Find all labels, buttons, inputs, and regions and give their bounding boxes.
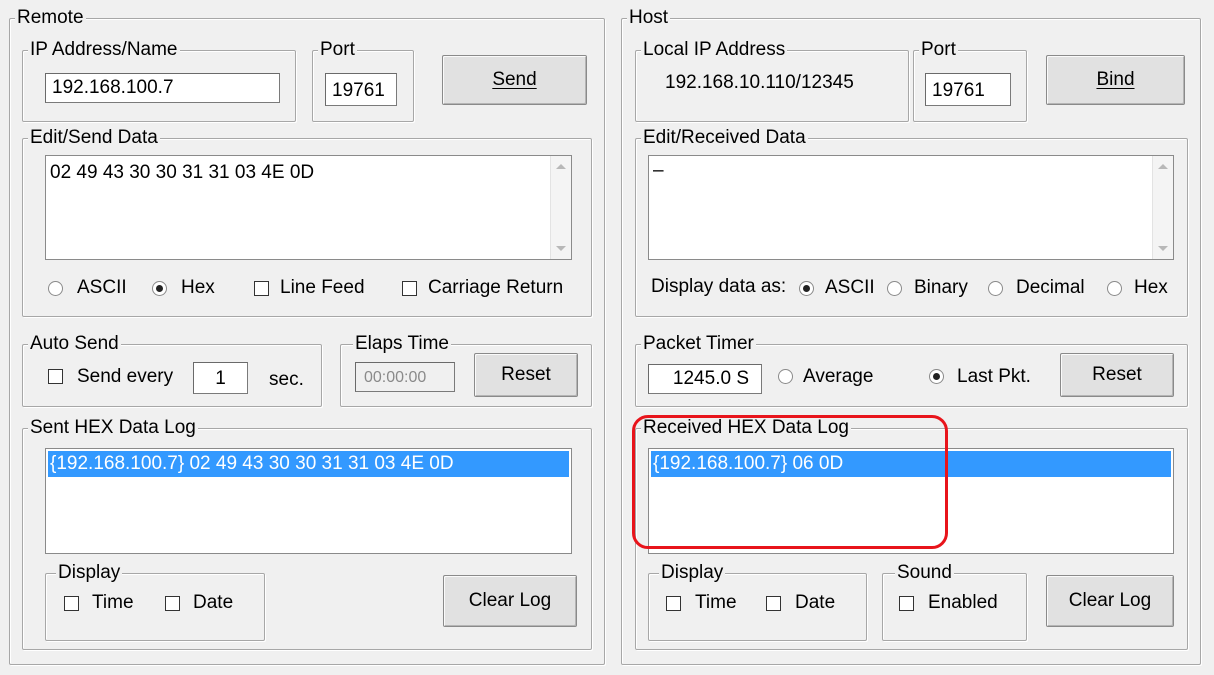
scroll-down-icon[interactable] <box>556 246 566 251</box>
received-time-label: Time <box>695 592 737 613</box>
average-radio[interactable] <box>778 369 793 384</box>
bind-button[interactable]: Bind <box>1046 55 1185 105</box>
average-label: Average <box>803 366 874 387</box>
line-feed-label: Line Feed <box>280 277 365 298</box>
received-clear-log-label: Clear Log <box>1068 590 1152 611</box>
ip-address-group-label: IP Address/Name <box>28 39 180 60</box>
sec-label: sec. <box>269 369 304 390</box>
ip-address-input[interactable]: 192.168.100.7 <box>45 73 280 103</box>
ascii-radio-label: ASCII <box>77 277 127 298</box>
local-ip-value: 192.168.10.110/12345 <box>665 72 854 93</box>
sent-display-group-label: Display <box>56 562 123 583</box>
received-time-checkbox[interactable] <box>666 596 681 611</box>
carriage-return-checkbox[interactable] <box>402 281 417 296</box>
elaps-reset-label: Reset <box>501 364 551 385</box>
sent-date-label: Date <box>193 592 234 613</box>
annotation-highlight <box>632 415 948 549</box>
send-button-label: Send <box>492 69 537 90</box>
packet-reset-button[interactable]: Reset <box>1060 353 1174 397</box>
elaps-reset-button[interactable]: Reset <box>474 353 578 397</box>
edit-received-data-group-label: Edit/Received Data <box>641 127 808 148</box>
host-ascii-label: ASCII <box>825 277 875 298</box>
sent-clear-log-button[interactable]: Clear Log <box>443 575 577 627</box>
received-date-checkbox[interactable] <box>766 596 781 611</box>
hex-radio[interactable] <box>152 281 167 296</box>
host-decimal-label: Decimal <box>1016 277 1085 298</box>
packet-timer-group-label: Packet Timer <box>641 333 756 354</box>
sound-group-label: Sound <box>895 562 954 583</box>
sound-enabled-label: Enabled <box>928 592 998 613</box>
host-hex-label: Hex <box>1134 277 1168 298</box>
sent-clear-log-label: Clear Log <box>468 590 552 611</box>
hex-radio-label: Hex <box>181 277 215 298</box>
received-data-textarea[interactable]: – <box>648 155 1174 260</box>
carriage-return-label: Carriage Return <box>428 277 564 298</box>
sent-log-group-label: Sent HEX Data Log <box>28 417 198 438</box>
received-clear-log-button[interactable]: Clear Log <box>1046 575 1174 627</box>
send-data-text: 02 49 43 30 30 31 31 03 4E 0D <box>50 162 315 183</box>
received-data-text: – <box>653 160 664 181</box>
host-ascii-radio[interactable] <box>799 281 814 296</box>
send-button[interactable]: Send <box>442 55 587 105</box>
received-data-scrollbar[interactable] <box>1152 156 1173 259</box>
scroll-up-icon[interactable] <box>556 164 566 169</box>
sent-log-list[interactable]: {192.168.100.7} 02 49 43 30 30 31 31 03 … <box>45 448 572 554</box>
last-pkt-radio[interactable] <box>929 369 944 384</box>
auto-send-group-label: Auto Send <box>28 333 121 354</box>
edit-send-data-group-label: Edit/Send Data <box>28 127 160 148</box>
send-data-scrollbar[interactable] <box>550 156 571 259</box>
bind-button-label: Bind <box>1096 69 1135 90</box>
host-binary-label: Binary <box>914 277 968 298</box>
sent-time-checkbox[interactable] <box>64 596 79 611</box>
send-data-textarea[interactable]: 02 49 43 30 30 31 31 03 4E 0D <box>45 155 572 260</box>
scroll-down-icon[interactable] <box>1158 246 1168 251</box>
local-ip-group-label: Local IP Address <box>641 39 788 60</box>
host-port-group-label: Port <box>919 39 958 60</box>
sent-time-label: Time <box>92 592 134 613</box>
line-feed-checkbox[interactable] <box>254 281 269 296</box>
host-port-input[interactable]: 19761 <box>925 73 1011 106</box>
host-binary-radio[interactable] <box>887 281 902 296</box>
last-pkt-label: Last Pkt. <box>957 366 1031 387</box>
packet-reset-label: Reset <box>1092 364 1142 385</box>
ascii-radio[interactable] <box>48 281 63 296</box>
display-data-as-label: Display data as: <box>651 276 787 297</box>
remote-port-input[interactable]: 19761 <box>325 73 397 106</box>
list-item[interactable]: {192.168.100.7} 02 49 43 30 30 31 31 03 … <box>48 451 569 477</box>
sent-date-checkbox[interactable] <box>165 596 180 611</box>
host-hex-radio[interactable] <box>1107 281 1122 296</box>
send-every-label: Send every <box>77 366 174 387</box>
send-interval-input[interactable]: 1 <box>193 362 248 394</box>
packet-timer-display: 1245.0 S <box>648 364 762 394</box>
scroll-up-icon[interactable] <box>1158 164 1168 169</box>
send-every-checkbox[interactable] <box>48 369 63 384</box>
remote-title: Remote <box>15 7 86 28</box>
received-date-label: Date <box>795 592 836 613</box>
sound-enabled-checkbox[interactable] <box>899 596 914 611</box>
received-display-group-label: Display <box>659 562 726 583</box>
elaps-time-group-label: Elaps Time <box>353 333 451 354</box>
host-decimal-radio[interactable] <box>988 281 1003 296</box>
remote-port-group-label: Port <box>318 39 357 60</box>
elaps-time-display: 00:00:00 <box>355 362 455 392</box>
host-title: Host <box>627 7 671 28</box>
